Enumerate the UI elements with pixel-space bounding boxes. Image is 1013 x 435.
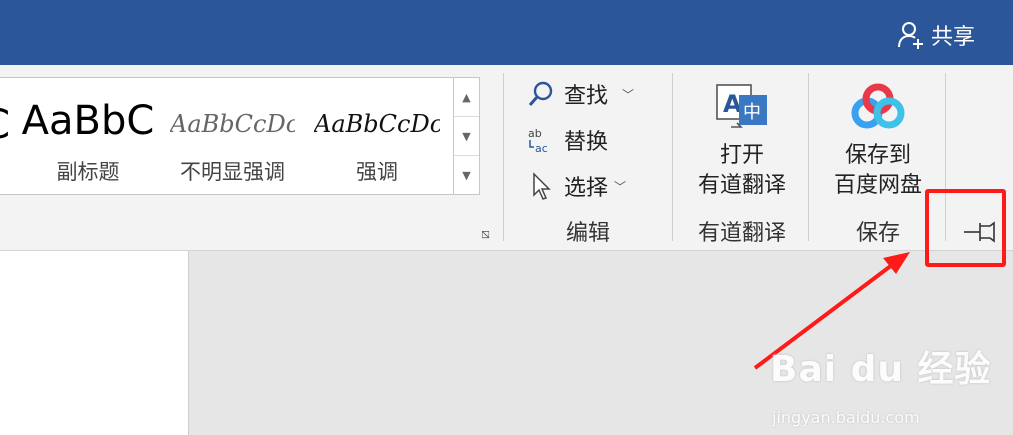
baidu-jingyan-watermark: Bai du 经验 jingyan.baidu.com	[770, 320, 1010, 430]
watermark-url: jingyan.baidu.com	[772, 408, 920, 427]
watermark-logo: Bai du 经验	[770, 349, 992, 390]
